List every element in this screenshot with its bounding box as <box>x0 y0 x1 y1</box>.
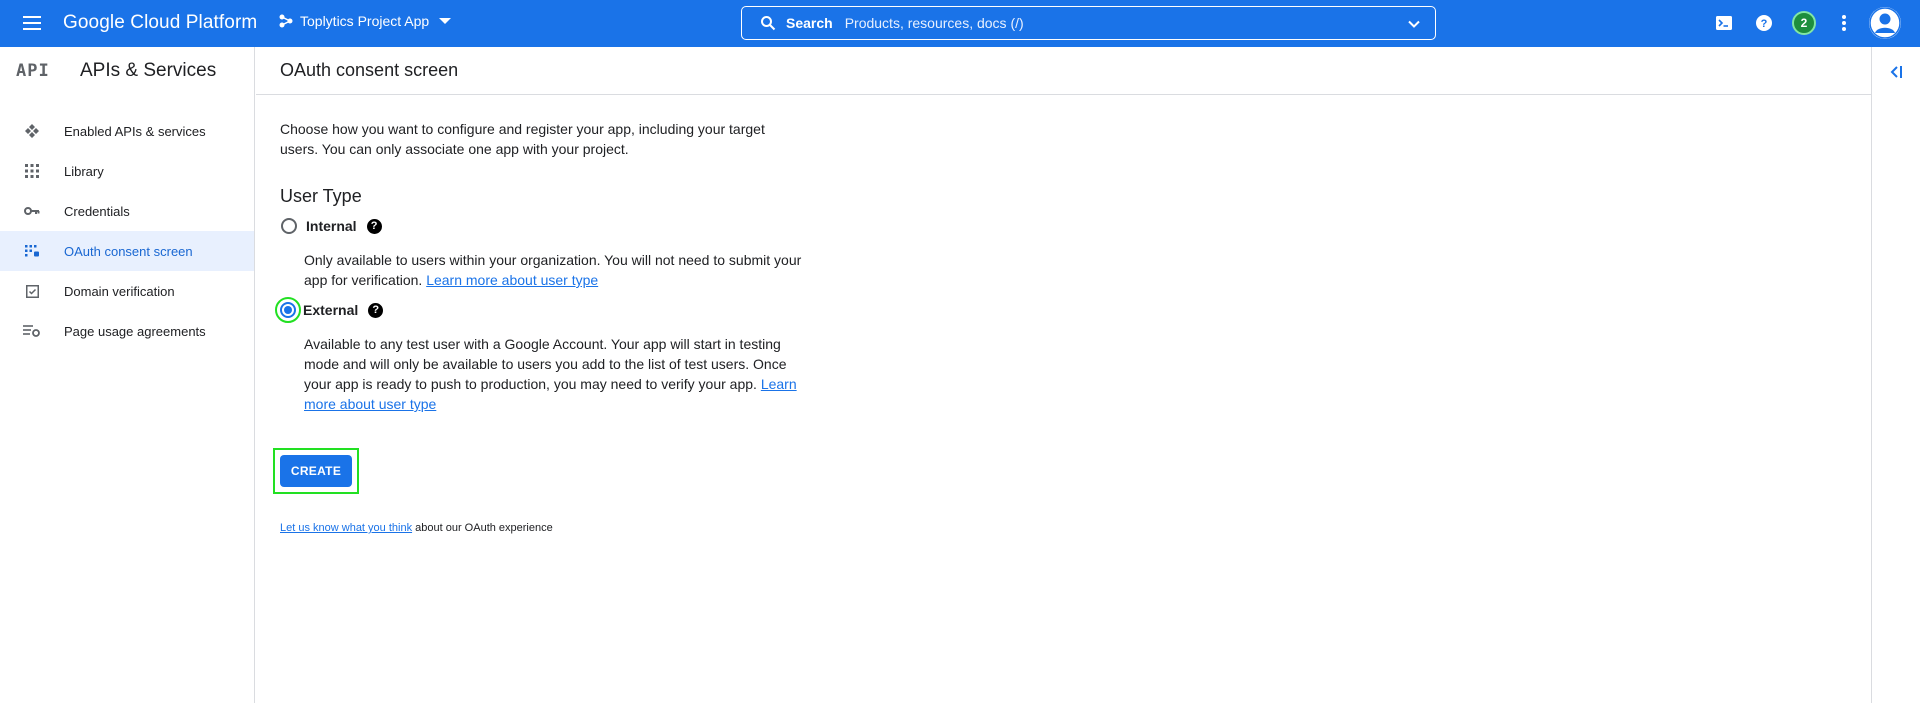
top-bar: Google Cloud Platform Toplytics Project … <box>0 0 1920 47</box>
sidebar-header: API APIs & Services <box>0 47 254 95</box>
radio-internal[interactable] <box>281 218 297 234</box>
search-placeholder: Products, resources, docs (/) <box>844 15 1024 31</box>
project-icon <box>279 14 293 28</box>
radio-option-external: External ? <box>275 297 820 323</box>
sidebar-nav: Enabled APIs & services Library Credenti… <box>0 111 254 351</box>
checkbox-icon <box>22 281 42 301</box>
account-icon <box>1869 7 1901 39</box>
external-description-text: Available to any test user with a Google… <box>304 336 787 392</box>
sidebar: API APIs & Services Enabled APIs & servi… <box>0 47 255 703</box>
consent-icon <box>22 241 42 261</box>
settings-list-icon <box>22 321 42 341</box>
sidebar-item-page-usage-agreements[interactable]: Page usage agreements <box>0 311 254 351</box>
feedback-text: Let us know what you think about our OAu… <box>280 522 820 534</box>
api-logo: API <box>16 61 50 81</box>
learn-more-link[interactable]: Learn more about user type <box>426 272 598 288</box>
sidebar-item-label: Enabled APIs & services <box>64 123 206 139</box>
sidebar-item-credentials[interactable]: Credentials <box>0 191 254 231</box>
radio-label-internal[interactable]: Internal <box>306 218 357 234</box>
help-icon[interactable]: ? <box>368 302 384 318</box>
sidebar-item-label: Credentials <box>64 203 130 219</box>
project-selector[interactable]: Toplytics Project App <box>278 13 452 29</box>
feedback-link[interactable]: Let us know what you think <box>280 522 412 534</box>
intro-text: Choose how you want to configure and reg… <box>280 121 765 157</box>
main-content: Choose how you want to configure and reg… <box>273 95 820 534</box>
sidebar-item-label: OAuth consent screen <box>64 243 193 259</box>
sidebar-item-label: Domain verification <box>64 283 175 299</box>
sidebar-item-domain-verification[interactable]: Domain verification <box>0 271 254 311</box>
chevron-down-icon <box>439 18 452 24</box>
hamburger-menu-icon[interactable] <box>20 11 44 35</box>
help-icon[interactable]: ? <box>1753 12 1775 34</box>
sidebar-title: APIs & Services <box>80 60 217 81</box>
notifications-badge[interactable]: 2 <box>1792 11 1816 35</box>
internal-description: Only available to users within your orga… <box>304 250 804 290</box>
key-icon <box>22 201 42 221</box>
page-title: OAuth consent screen <box>280 60 459 80</box>
svg-text:?: ? <box>1761 18 1768 30</box>
sidebar-item-oauth-consent[interactable]: OAuth consent screen <box>0 231 254 271</box>
panel-collapse-icon[interactable] <box>1886 62 1906 82</box>
feedback-suffix: about our OAuth experience <box>415 522 553 534</box>
radio-option-internal: Internal ? <box>280 214 820 238</box>
library-icon <box>22 161 42 181</box>
create-button[interactable]: CREATE <box>280 455 352 487</box>
more-vert-icon[interactable] <box>1833 12 1855 34</box>
page-header: OAuth consent screen <box>256 47 1871 95</box>
right-panel-rail <box>1871 47 1920 703</box>
sidebar-item-enabled-apis[interactable]: Enabled APIs & services <box>0 111 254 151</box>
sidebar-item-library[interactable]: Library <box>0 151 254 191</box>
search-label: Search <box>786 15 833 31</box>
project-name: Toplytics Project App <box>300 13 430 29</box>
radio-external[interactable] <box>280 302 296 318</box>
radio-label-external[interactable]: External <box>303 302 358 318</box>
user-type-heading: User Type <box>280 186 362 206</box>
search-icon <box>761 16 776 31</box>
user-type-options: Internal ? Only available to users withi… <box>275 214 820 414</box>
create-button-highlight: CREATE <box>273 448 359 494</box>
external-description: Available to any test user with a Google… <box>304 334 804 414</box>
search-input[interactable]: Search Products, resources, docs (/) <box>741 6 1436 40</box>
sidebar-item-label: Library <box>64 163 104 179</box>
search-expand-chevron-icon[interactable] <box>1407 17 1421 31</box>
radio-highlight <box>275 297 301 323</box>
sidebar-item-label: Page usage agreements <box>64 323 206 339</box>
apis-icon <box>22 121 42 141</box>
help-icon[interactable]: ? <box>366 218 382 234</box>
account-avatar[interactable] <box>1869 7 1901 39</box>
cloud-shell-icon[interactable] <box>1713 12 1735 34</box>
brand-title[interactable]: Google Cloud Platform <box>63 12 257 34</box>
